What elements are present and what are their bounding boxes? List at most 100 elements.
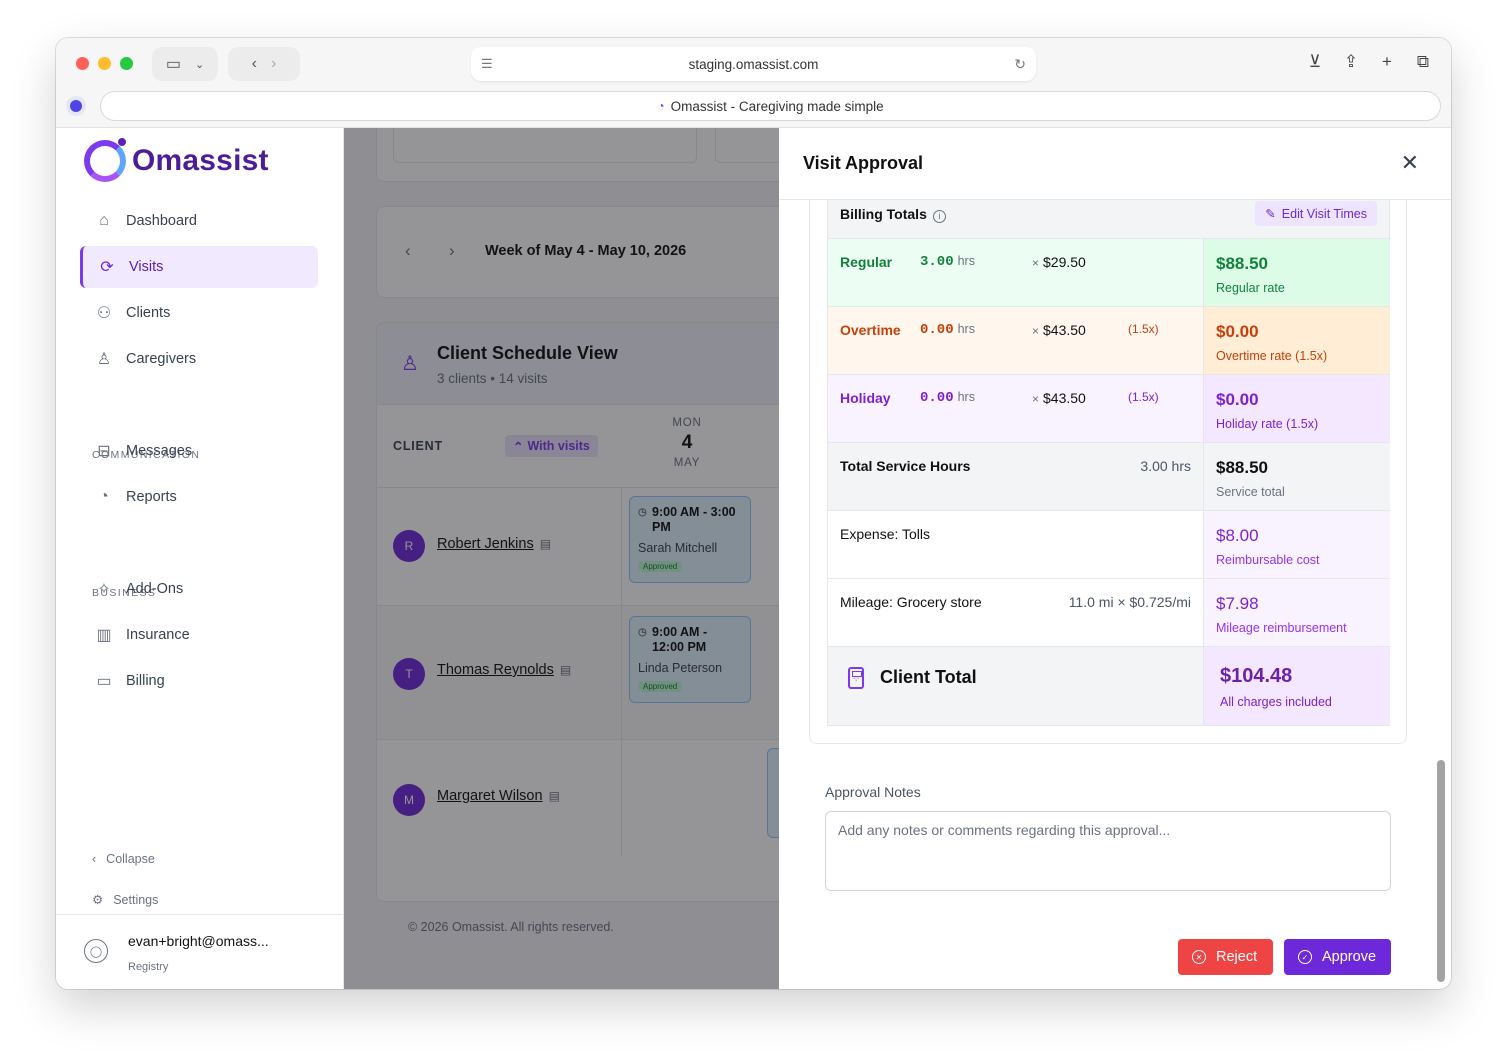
sidebar-item-dashboard[interactable]: ⌂ Dashboard	[80, 200, 318, 242]
user-icon: ♙	[96, 351, 112, 368]
amount-value: $88.50	[1216, 254, 1268, 273]
close-window-button[interactable]	[76, 57, 89, 70]
settings-link[interactable]: ⚙ Settings	[92, 892, 159, 908]
mileage-calculation: 11.0 mi × $0.725/mi	[1068, 594, 1191, 610]
sidebar-item-label: Visits	[129, 259, 164, 275]
settings-label: Settings	[113, 892, 159, 907]
active-tab[interactable]: ◔ Omassist - Caregiving made simple	[100, 91, 1441, 121]
user-role: Registry	[128, 961, 169, 973]
rate-multiplier: (1.5x)	[1128, 322, 1159, 336]
sidebar-item-caregivers[interactable]: ♙ Caregivers	[80, 338, 318, 380]
billing-title-text: Billing Totals	[840, 206, 927, 222]
hours-number: 3.00	[920, 254, 954, 270]
address-bar[interactable]: ☰ staging.omassist.com ↻	[471, 47, 1036, 81]
page-menu-icon[interactable]: ☰	[481, 56, 493, 72]
check-circle-icon: ✓	[1298, 950, 1312, 964]
close-icon[interactable]: ✕	[1401, 150, 1419, 176]
panel-scrollbar[interactable]	[1437, 760, 1445, 982]
row-label: Mileage: Grocery store	[840, 594, 982, 610]
user-menu[interactable]: ◯ evan+bright@omass... Registry	[56, 914, 344, 989]
sidebar-item-billing[interactable]: ▭ Billing	[80, 660, 318, 702]
browser-window: ▭ ⌄ ‹ › ☰ staging.omassist.com ↻ ⊻ ⇪ + ⧉ ◔…	[56, 38, 1451, 989]
billing-row-mileage: Mileage: Grocery store 11.0 mi × $0.725/…	[827, 578, 1390, 646]
tabs-overview-icon[interactable]: ⧉	[1413, 52, 1433, 72]
holiday-detail: Holiday 0.00 hrs × $43.50 (1.5x)	[828, 375, 1203, 442]
reject-button[interactable]: ✕ Reject	[1178, 939, 1273, 975]
new-tab-icon[interactable]: +	[1377, 52, 1397, 72]
approval-notes-input[interactable]: Add any notes or comments regarding this…	[825, 811, 1391, 891]
share-icon[interactable]: ⇪	[1341, 52, 1361, 72]
url-text: staging.omassist.com	[688, 56, 819, 72]
hours-unit: hrs	[957, 390, 975, 404]
minimize-window-button[interactable]	[98, 57, 111, 70]
sidebar-item-add-ons[interactable]: ✧ Add-Ons	[80, 568, 318, 610]
rate-label: Holiday	[840, 390, 891, 406]
overtime-detail: Overtime 0.00 hrs × $43.50 (1.5x)	[828, 307, 1203, 374]
panel-header: Visit Approval ✕	[779, 128, 1451, 200]
service-hours: 3.00 hrs	[1140, 458, 1191, 474]
amount-value: $0.00	[1216, 390, 1259, 409]
building-icon: ▥	[96, 627, 112, 644]
edit-visit-times-button[interactable]: ✎ Edit Visit Times	[1255, 201, 1377, 226]
sidebar-item-reports[interactable]: ◔ Reports	[80, 476, 318, 518]
gear-icon: ⚙	[92, 893, 104, 907]
sparkles-icon: ✧	[97, 581, 111, 598]
approve-label: Approve	[1322, 949, 1377, 965]
holiday-amount: $0.00 Holiday rate (1.5x)	[1203, 375, 1390, 442]
approve-button[interactable]: ✓ Approve	[1284, 939, 1391, 975]
modal-backdrop[interactable]	[344, 128, 779, 989]
sidebar-item-label: Messages	[126, 443, 193, 459]
regular-detail: Regular 3.00 hrs × $29.50	[828, 239, 1203, 306]
amount-caption: Holiday rate (1.5x)	[1216, 417, 1319, 431]
billing-row-client-total: Client Total $104.48 All charges include…	[827, 646, 1390, 726]
rate-value: $43.50	[1043, 390, 1086, 406]
brand-name: Omassist	[132, 144, 269, 177]
amount-value: $88.50	[1216, 458, 1268, 477]
collapse-label: Collapse	[106, 852, 155, 866]
tab-title: Omassist - Caregiving made simple	[670, 98, 884, 114]
sidebar-item-messages[interactable]: ⊟ Messages	[80, 430, 318, 472]
brand-logo[interactable]: Omassist	[84, 138, 269, 182]
calculator-icon	[848, 667, 864, 689]
forward-icon[interactable]: ›	[271, 55, 276, 73]
billing-row-holiday: Holiday 0.00 hrs × $43.50 (1.5x) $0.00 Hol…	[827, 374, 1390, 442]
amount-caption: Mileage reimbursement	[1216, 621, 1347, 635]
chevron-left-icon: ‹	[92, 852, 97, 866]
hours-number: 0.00	[920, 322, 954, 338]
sidebar-toggle-button[interactable]: ▭ ⌄	[152, 47, 218, 81]
service-amount: $88.50 Service total	[1203, 443, 1390, 510]
expense-amount: $8.00 Reimbursable cost	[1203, 511, 1390, 578]
extension-icon[interactable]	[66, 96, 86, 116]
rate-label: Regular	[840, 254, 893, 270]
rate-value: $29.50	[1043, 254, 1086, 270]
billing-row-expense: Expense: Tolls $8.00 Reimbursable cost	[827, 510, 1390, 578]
amount-value: $7.98	[1216, 594, 1259, 613]
billing-totals-header: Billing Totals i ✎ Edit Visit Times	[827, 200, 1390, 238]
sidebar-item-visits[interactable]: ⟳ Visits	[80, 246, 318, 288]
zoom-window-button[interactable]	[120, 57, 133, 70]
hours-value: 3.00 hrs	[920, 254, 975, 270]
sidebar-item-clients[interactable]: ⚇ Clients	[80, 292, 318, 334]
info-icon[interactable]: i	[932, 210, 946, 223]
download-icon[interactable]: ⊻	[1305, 52, 1325, 72]
back-icon[interactable]: ‹	[252, 55, 257, 73]
users-icon: ⚇	[96, 305, 112, 322]
sidebar-item-label: Billing	[126, 673, 165, 689]
history-nav: ‹ ›	[228, 47, 300, 81]
amount-value: $8.00	[1216, 526, 1259, 545]
overtime-amount: $0.00 Overtime rate (1.5x)	[1203, 307, 1390, 374]
collapse-button[interactable]: ‹ Collapse	[92, 852, 155, 866]
edit-icon: ✎	[1265, 207, 1276, 221]
sidebar-item-label: Insurance	[126, 627, 190, 643]
amount-caption: Reimbursable cost	[1216, 553, 1320, 567]
favicon-icon: ◔	[657, 99, 665, 113]
client-total-caption: All charges included	[1220, 695, 1332, 709]
hourly-rate: × $29.50	[1032, 254, 1086, 270]
sidebar-item-insurance[interactable]: ▥ Insurance	[80, 614, 318, 656]
client-total-detail: Client Total	[828, 647, 1203, 725]
reload-icon[interactable]: ↻	[1014, 56, 1026, 73]
client-total-amount: $104.48 All charges included	[1203, 647, 1390, 725]
row-label: Total Service Hours	[840, 458, 971, 474]
multiply-sign: ×	[1032, 256, 1040, 270]
hourly-rate: × $43.50	[1032, 322, 1086, 338]
